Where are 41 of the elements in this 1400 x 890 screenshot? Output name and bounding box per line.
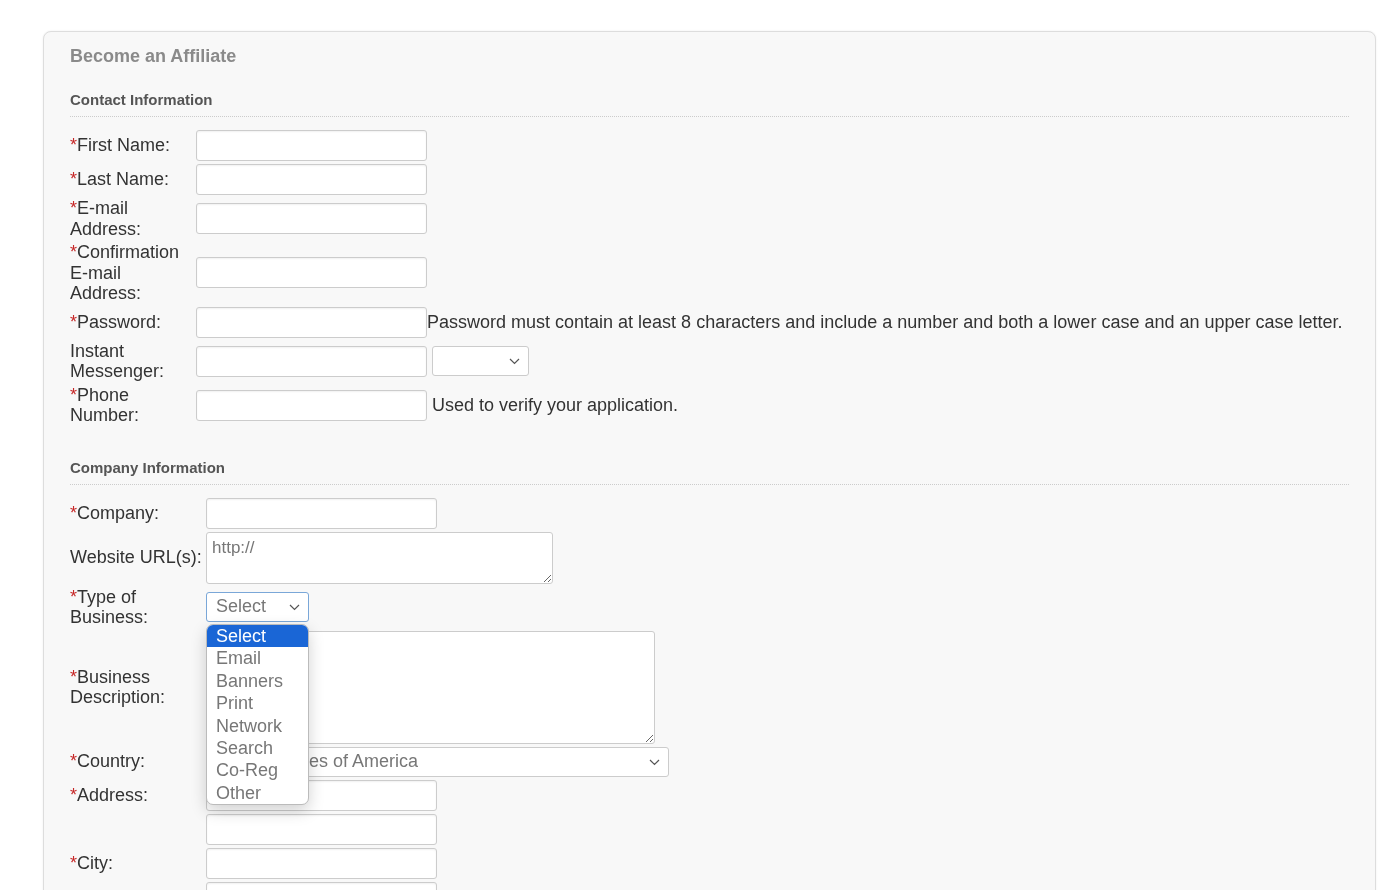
text-field[interactable]: [196, 130, 427, 161]
field-hint: Used to verify your application.: [432, 394, 679, 416]
text-field[interactable]: [196, 203, 427, 234]
dropdown-option[interactable]: Email: [207, 647, 308, 670]
field-label: *First Name:: [70, 135, 172, 156]
text-field[interactable]: [206, 847, 437, 879]
text-field[interactable]: [196, 257, 427, 289]
text-field[interactable]: [206, 813, 437, 845]
field-label: *Address:: [70, 784, 150, 806]
text-field[interactable]: [196, 306, 427, 338]
field-label: *E-mail Address:: [70, 198, 143, 239]
text-field[interactable]: [196, 164, 427, 195]
text-field[interactable]: [206, 497, 437, 529]
dropdown-option[interactable]: Banners: [207, 669, 308, 693]
dropdown-option[interactable]: Print: [207, 692, 308, 715]
field-label: *Confirmation E-mail Address:: [70, 242, 181, 304]
chevron-icon: [649, 758, 660, 766]
field-label: *Last Name:: [70, 169, 171, 190]
field-label: *Company:: [70, 502, 161, 524]
field-label: *Business Description:: [70, 666, 167, 708]
text-area[interactable]: http://: [206, 531, 553, 584]
field-hint: Password must contain at least 8 characters and include a number and both a lower case and an upper case letter.: [427, 311, 1343, 333]
field-label: *Country:: [70, 751, 147, 772]
dropdown-option[interactable]: Network: [207, 714, 308, 738]
section-heading: Company Information: [70, 457, 226, 478]
dropdown-option[interactable]: Select: [207, 625, 308, 648]
select-field[interactable]: Select: [206, 592, 309, 622]
field-label: Instant Messenger:: [70, 340, 166, 382]
text-field[interactable]: [196, 345, 427, 377]
chevron-icon: [289, 604, 300, 611]
field-label: *Password:: [70, 311, 163, 333]
field-label: *Phone Number:: [70, 384, 141, 426]
field-label: Website URL(s):: [70, 547, 203, 568]
field-label: *Type of Business:: [70, 586, 150, 628]
section-heading: Contact Information: [70, 90, 214, 110]
select-field[interactable]: [432, 346, 529, 376]
chevron-icon: [509, 358, 520, 365]
field-label: *City:: [70, 852, 114, 874]
dropdown-option[interactable]: Other: [207, 781, 308, 805]
form-title: Become an Affiliate: [70, 45, 238, 68]
text-field[interactable]: [196, 389, 427, 421]
